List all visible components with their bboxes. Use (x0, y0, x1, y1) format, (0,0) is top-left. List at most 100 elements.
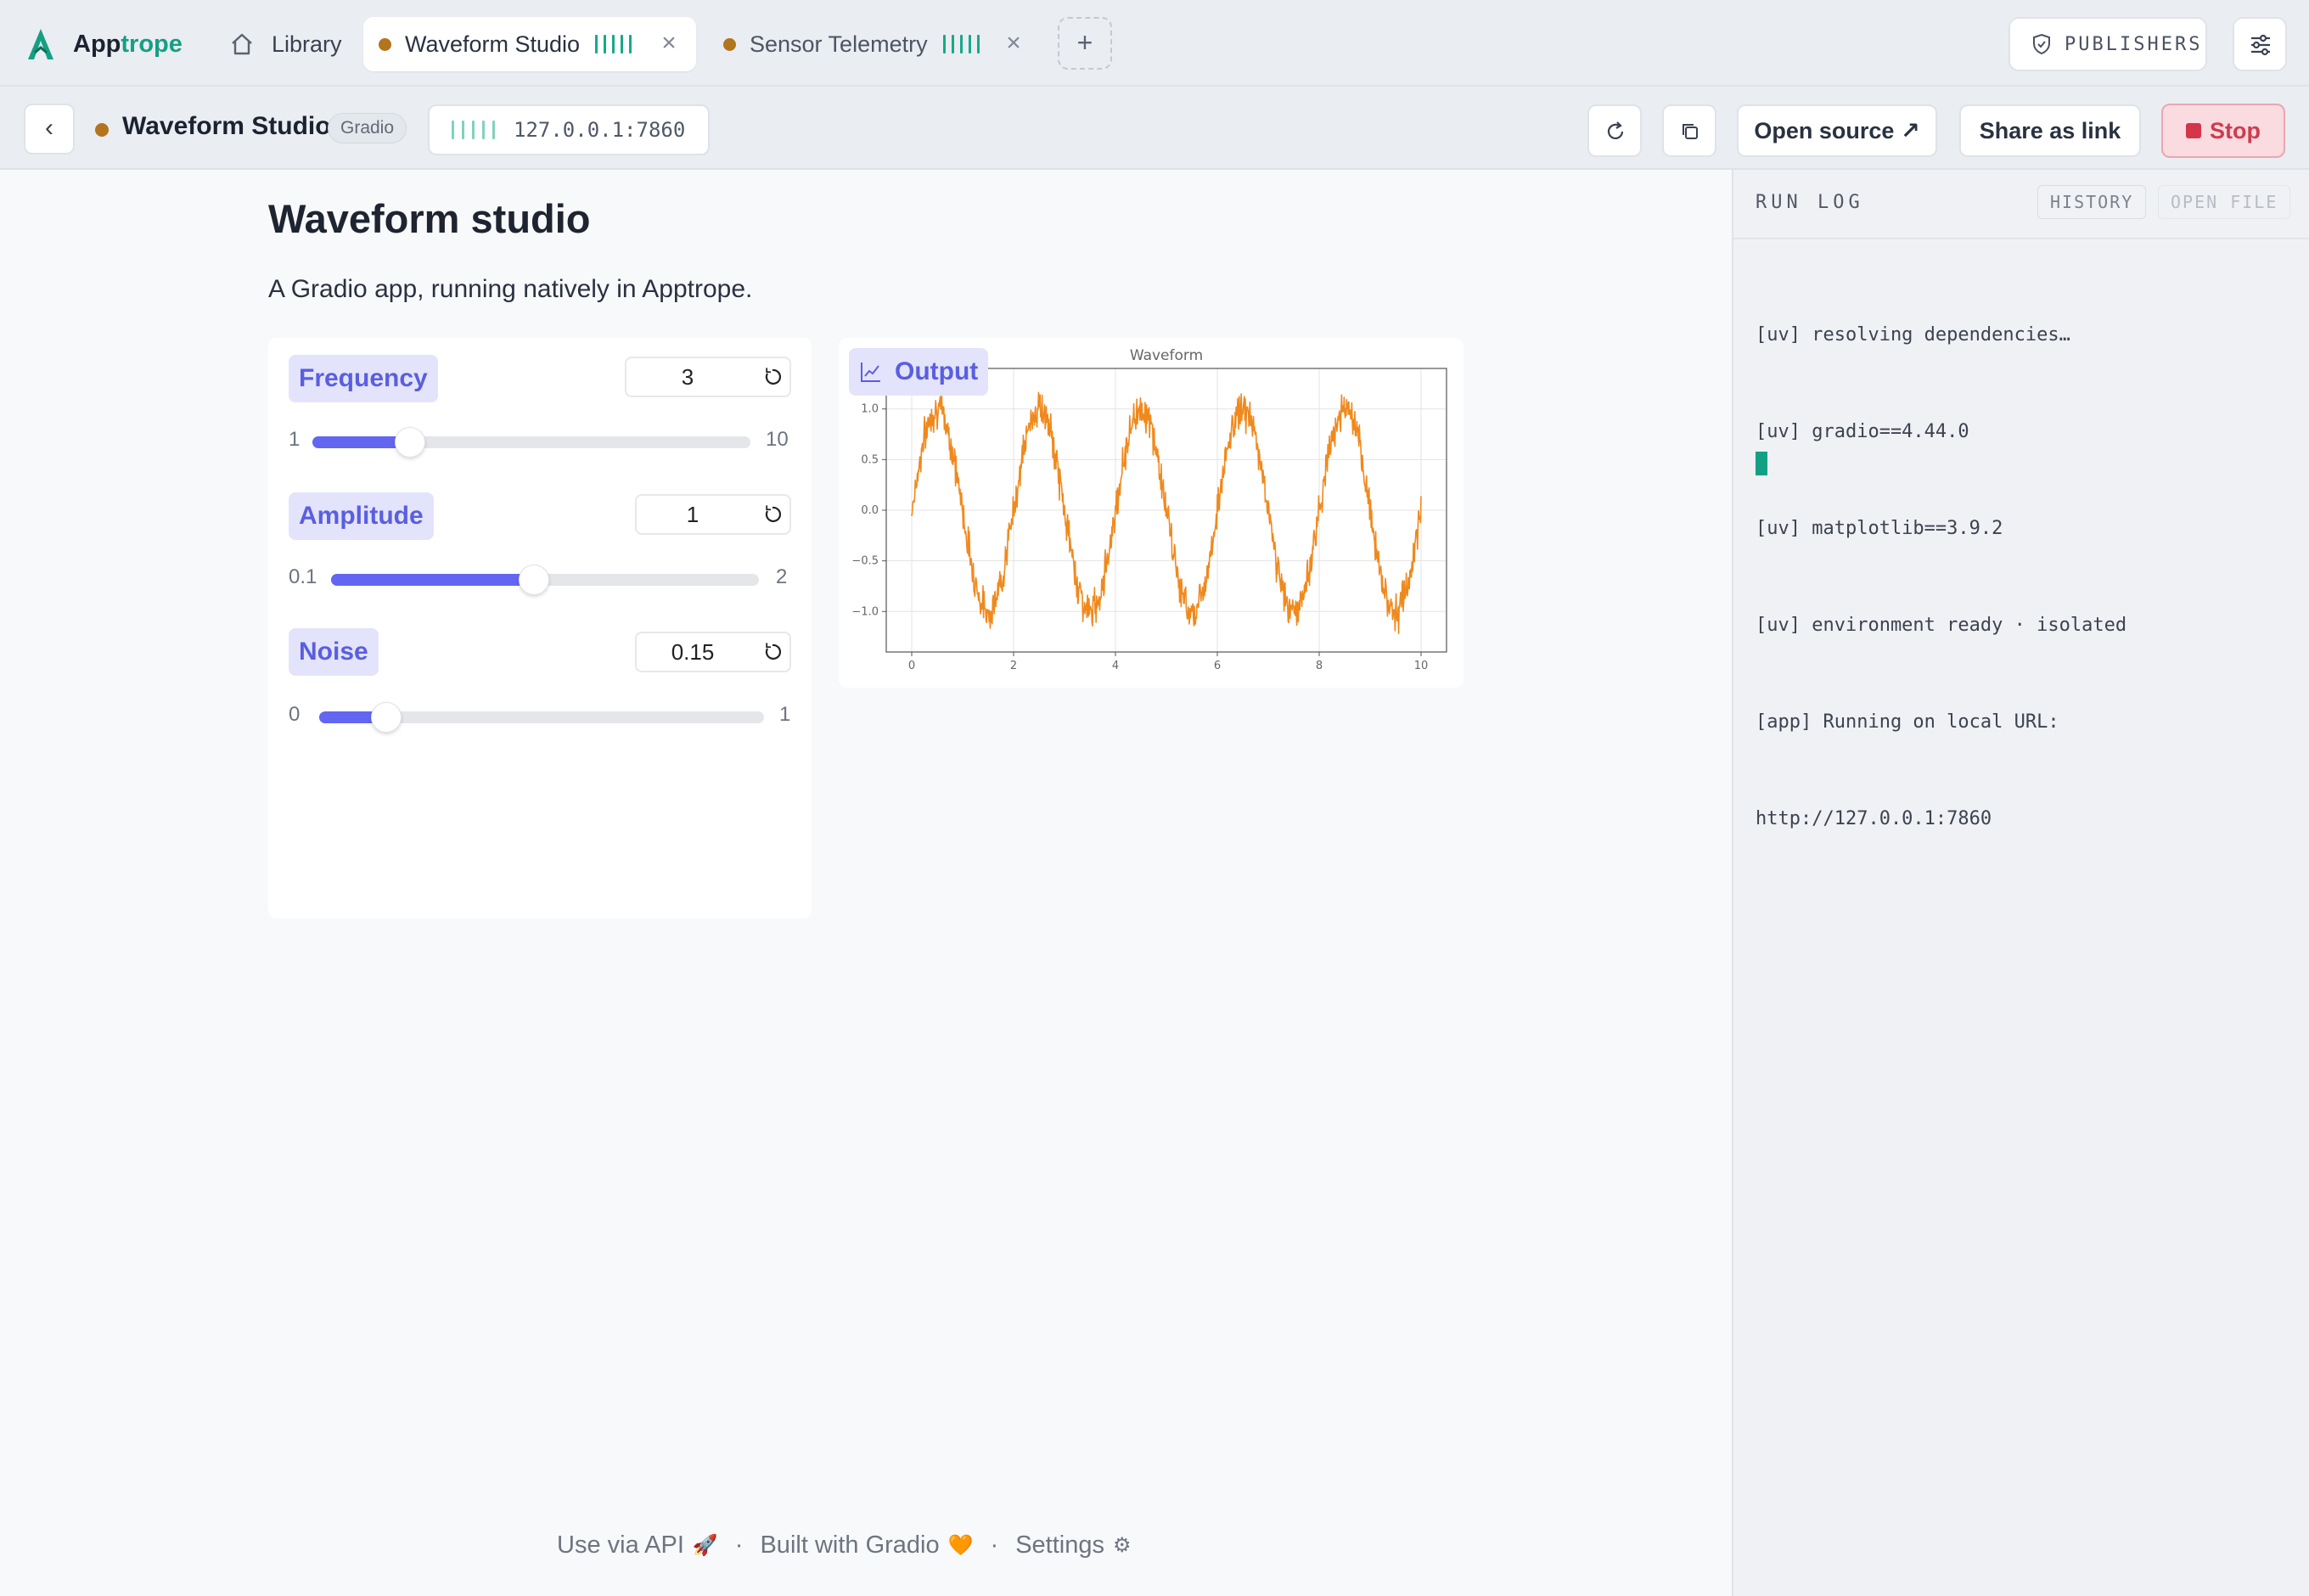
log-line: [uv] gradio==4.44.0 (1756, 421, 1969, 442)
amplitude-slider-fill (331, 574, 534, 586)
log-line: [uv] resolving dependencies… (1756, 324, 2070, 346)
y-tick-label: 1.0 (861, 403, 879, 416)
stop-label: Stop (2210, 117, 2261, 143)
stop-icon (2186, 123, 2201, 138)
history-tab[interactable]: HISTORY (2037, 185, 2147, 219)
tab-library[interactable]: Library (219, 17, 346, 71)
frequency-slider[interactable] (312, 427, 750, 458)
tab-library-label: Library (272, 31, 342, 57)
page-subtitle: A Gradio app, running natively in Apptro… (268, 275, 753, 303)
publishers-label: PUBLISHERS (2065, 33, 2203, 55)
x-tick-label: 8 (1316, 660, 1323, 672)
reload-icon (1607, 121, 1624, 139)
noise-min: 0 (289, 703, 301, 726)
status-dot (95, 123, 109, 137)
share-link-button[interactable]: Share as link (1959, 104, 2141, 157)
amplitude-min: 0.1 (289, 565, 317, 588)
copy-icon (1683, 124, 1698, 139)
back-button[interactable]: ‹ (24, 104, 75, 155)
close-tab-icon[interactable]: × (1002, 31, 1025, 56)
amplitude-max: 2 (776, 565, 788, 588)
log-line: http://127.0.0.1:7860 (1756, 808, 1992, 829)
framework-badge: Gradio (328, 113, 407, 143)
use-via-api-link[interactable]: Use via API (557, 1531, 684, 1559)
local-url: 127.0.0.1:7860 (514, 118, 686, 142)
x-tick-label: 6 (1214, 660, 1221, 672)
noise-max: 1 (779, 703, 791, 726)
stop-button[interactable]: Stop (2161, 104, 2285, 158)
frequency-min: 1 (289, 428, 301, 451)
terminal-cursor (1756, 452, 1767, 475)
app-title: Waveform Studio (122, 112, 331, 140)
amplitude-slider[interactable] (331, 565, 759, 595)
copy-button[interactable] (1662, 104, 1716, 157)
run-log-panel: RUN LOG HISTORY OPEN FILE [uv] resolving… (1732, 170, 2309, 1596)
publishers-button[interactable]: PUBLISHERS (2008, 17, 2207, 71)
log-line: [uv] matplotlib==3.9.2 (1756, 518, 2003, 539)
app-toolbar: ‹ Waveform Studio Gradio 127.0.0.1:7860 … (0, 87, 2309, 170)
footer-separator: · (990, 1531, 999, 1559)
y-tick-label: 0.0 (861, 504, 879, 517)
log-line: [uv] environment ready · isolated (1756, 615, 2127, 636)
close-tab-icon[interactable]: × (657, 31, 681, 56)
rocket-icon: 🚀 (692, 1534, 718, 1557)
brand-name: Apptrope (73, 30, 183, 58)
controls-panel: Frequency 3 1 10 Amplitude 1 0.1 2 Noise… (268, 338, 812, 919)
x-tick-label: 10 (1414, 660, 1429, 672)
tab-bar: Apptrope Library Waveform Studio × Senso… (0, 0, 2309, 87)
run-log-header: RUN LOG HISTORY OPEN FILE (1733, 170, 2309, 239)
output-panel: Waveform 0 2 4 6 8 10 1.0 0.5 0.0 −0.5 −1.0 Output (839, 338, 1463, 688)
home-icon (232, 33, 252, 55)
noise-slider-thumb[interactable] (370, 702, 402, 733)
status-dot (379, 37, 391, 51)
amplitude-slider-thumb[interactable] (518, 565, 549, 595)
apptrope-logo-icon (28, 29, 53, 59)
activity-bars-icon (452, 121, 495, 139)
frequency-label: Frequency (289, 355, 438, 402)
noise-number-input[interactable]: 0.15 (635, 632, 791, 672)
open-file-tab[interactable]: OPEN FILE (2158, 185, 2291, 219)
gradio-logo-icon: 🧡 (947, 1534, 974, 1557)
gear-icon: ⚙ (1112, 1534, 1132, 1557)
reset-icon[interactable] (762, 367, 783, 387)
x-tick-label: 0 (908, 660, 915, 672)
amplitude-number-input[interactable]: 1 (635, 494, 791, 535)
run-log-title: RUN LOG (1756, 192, 1864, 213)
tab-sensor-telemetry-label: Sensor Telemetry (750, 31, 928, 57)
built-with-gradio-link[interactable]: Built with Gradio (760, 1531, 939, 1559)
new-tab-button[interactable]: + (1058, 17, 1112, 70)
frequency-slider-thumb[interactable] (394, 427, 425, 458)
tab-waveform-studio-label: Waveform Studio (405, 31, 581, 57)
footer-separator: · (734, 1531, 744, 1559)
x-tick-label: 4 (1112, 660, 1119, 672)
activity-bars-icon (942, 35, 980, 53)
local-url-field[interactable]: 127.0.0.1:7860 (428, 104, 710, 155)
activity-bars-icon (595, 35, 632, 53)
app-viewport: Waveform studio A Gradio app, running na… (0, 170, 1732, 1596)
frequency-number-input[interactable]: 3 (625, 357, 791, 397)
preferences-button[interactable] (2233, 17, 2287, 71)
noise-label: Noise (289, 628, 379, 676)
tab-waveform-studio[interactable]: Waveform Studio × (363, 17, 696, 71)
chart-icon (861, 362, 880, 382)
amplitude-value: 1 (686, 502, 699, 527)
noise-value: 0.15 (671, 639, 715, 665)
y-tick-label: 0.5 (861, 453, 879, 466)
reset-icon[interactable] (762, 504, 783, 525)
log-output: [uv] resolving dependencies… [uv] gradio… (1756, 255, 2126, 900)
chart-title: Waveform (1130, 347, 1203, 364)
tab-sensor-telemetry[interactable]: Sensor Telemetry × (710, 17, 1041, 71)
settings-link[interactable]: Settings (1015, 1531, 1104, 1559)
reset-icon[interactable] (762, 642, 783, 662)
reload-button[interactable] (1587, 104, 1642, 157)
y-tick-label: −1.0 (851, 605, 879, 618)
gradio-footer: Use via API 🚀 · Built with Gradio 🧡 · Se… (557, 1531, 1132, 1559)
noise-slider[interactable] (319, 702, 764, 733)
brand[interactable]: Apptrope (25, 25, 183, 63)
open-source-button[interactable]: Open source ↗ (1737, 104, 1937, 157)
page-title: Waveform studio (268, 196, 591, 241)
waveform-line (911, 391, 1422, 634)
frequency-max: 10 (766, 428, 789, 451)
amplitude-label: Amplitude (289, 492, 434, 540)
x-tick-label: 2 (1010, 660, 1017, 672)
